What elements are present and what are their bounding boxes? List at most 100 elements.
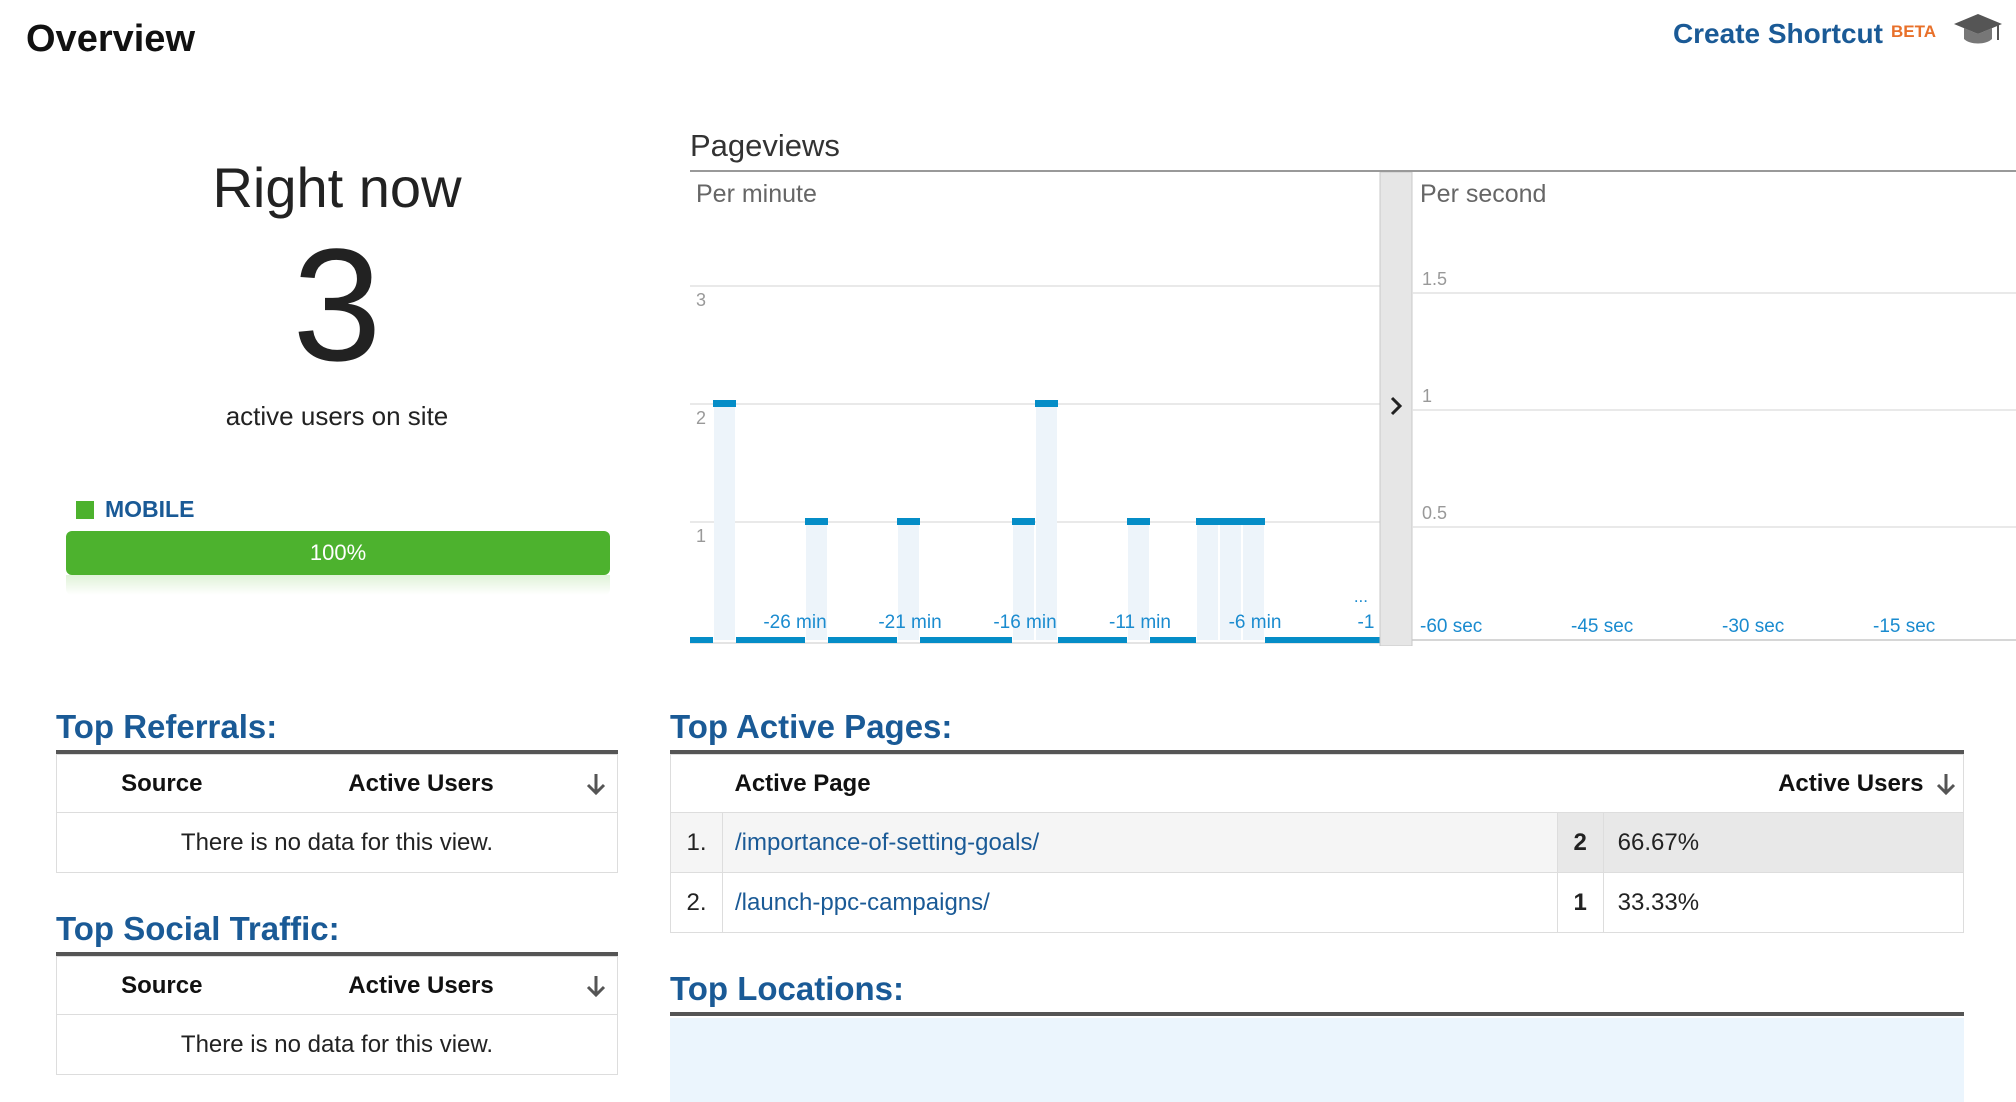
active-users-count: 3: [292, 215, 382, 394]
pageview-zero-marker: [1173, 637, 1196, 643]
active-users-column-header[interactable]: Active Users: [266, 956, 576, 1015]
pageviews-title: Pageviews: [690, 128, 840, 163]
pageview-bar: [1197, 522, 1218, 640]
active-page-column-header[interactable]: Active Page: [722, 754, 1558, 813]
row-percent: 33.33%: [1602, 872, 1965, 933]
x-tick-label: -6 min: [1229, 612, 1282, 633]
top-referrals-table: Source Active Users There is no data for…: [56, 754, 618, 873]
per-minute-label: Per minute: [696, 180, 817, 208]
mobile-share-bar[interactable]: 100%: [66, 531, 610, 575]
x-tick-ellipsis: ...: [1354, 587, 1368, 606]
pageview-zero-marker: [1288, 637, 1311, 643]
pageviews-chart: Per minute Per second 3 2 1 -26 min -21 min…: [690, 172, 2016, 646]
pageview-bar-cap: [1242, 518, 1265, 525]
pageview-bar-cap: [1196, 518, 1219, 525]
create-shortcut[interactable]: Create Shortcut BETA: [1673, 18, 1936, 50]
x-tick-label: -16 min: [993, 612, 1056, 633]
pageview-zero-marker: [943, 637, 966, 643]
pageview-bar: [1036, 404, 1057, 640]
page-title: Overview: [26, 18, 195, 60]
pageview-zero-marker: [759, 637, 782, 643]
empty-message: There is no data for this view.: [56, 812, 618, 873]
pageview-zero-marker: [966, 637, 989, 643]
create-shortcut-link[interactable]: Create Shortcut: [1673, 18, 1883, 50]
device-legend[interactable]: MOBILE: [76, 496, 194, 523]
x-tick-label: -15 sec: [1873, 616, 1935, 637]
pageview-zero-marker: [782, 637, 805, 643]
mobile-legend-swatch: [76, 500, 94, 519]
pageview-bar-cap: [897, 518, 920, 525]
pageview-zero-marker: [1104, 637, 1127, 643]
graduation-cap-icon[interactable]: [1952, 12, 2004, 48]
beta-badge: BETA: [1890, 22, 1936, 41]
sort-control[interactable]: [575, 956, 618, 1015]
pageview-bar-cap: [713, 400, 736, 407]
arrow-down-icon[interactable]: [1935, 772, 1957, 796]
empty-message: There is no data for this view.: [56, 1014, 618, 1075]
mobile-legend-label[interactable]: MOBILE: [105, 496, 194, 523]
pageview-zero-marker: [736, 637, 759, 643]
x-tick-label: -11 min: [1109, 612, 1171, 633]
top-locations-rule: [670, 1012, 1964, 1016]
y-tick-label: 1.5: [1422, 269, 1447, 289]
y-tick-label: 1: [696, 526, 706, 546]
y-tick-label: 2: [696, 408, 706, 428]
top-pages-title: Top Active Pages:: [670, 708, 953, 745]
pageview-zero-marker: [690, 637, 713, 643]
page-link[interactable]: /launch-ppc-campaigns/: [722, 872, 1558, 933]
x-tick-label: -30 sec: [1722, 616, 1784, 637]
y-tick-label: 1: [1422, 386, 1432, 406]
pageview-zero-marker: [1357, 637, 1380, 643]
active-users-column-header[interactable]: Active Users: [266, 754, 576, 813]
top-locations-title: Top Locations:: [670, 970, 905, 1007]
row-active-users: 2: [1556, 812, 1604, 873]
source-column-header[interactable]: Source: [56, 754, 267, 813]
x-tick-label: -26 min: [763, 612, 826, 633]
x-tick-label: -1: [1358, 612, 1375, 633]
sort-control[interactable]: [575, 754, 618, 813]
x-tick-label: -45 sec: [1571, 616, 1633, 637]
per-second-label: Per second: [1420, 180, 1546, 208]
locations-map[interactable]: [670, 1018, 1964, 1102]
row-rank: 1.: [670, 812, 723, 873]
pageview-zero-marker: [828, 637, 851, 643]
pageview-bar: [714, 404, 735, 640]
pageview-zero-marker: [1150, 637, 1173, 643]
top-social-table: Source Active Users There is no data for…: [56, 956, 618, 1075]
pageview-zero-marker: [1334, 637, 1357, 643]
active-users-label: active users on site: [225, 401, 449, 431]
top-social-title: Top Social Traffic:: [56, 910, 340, 947]
sort-control[interactable]: [1929, 754, 1964, 813]
right-now-title: Right now: [212, 156, 462, 219]
row-percent: 66.67%: [1602, 812, 1965, 873]
pageview-zero-marker: [989, 637, 1012, 643]
pageview-zero-marker: [851, 637, 874, 643]
pageview-bar-cap: [1035, 400, 1058, 407]
x-tick-label: -60 sec: [1420, 616, 1482, 637]
y-tick-label: 3: [696, 290, 706, 310]
pageview-zero-marker: [874, 637, 897, 643]
table-row[interactable]: 2./launch-ppc-campaigns/1 33.33%: [670, 872, 1965, 933]
row-rank: 2.: [670, 872, 723, 933]
x-tick-label: -21 min: [878, 612, 941, 633]
page-link[interactable]: /importance-of-setting-goals/: [722, 812, 1558, 873]
top-referrals-title: Top Referrals:: [56, 708, 278, 745]
top-pages-table: Active Page Active Users 1./importance-o…: [670, 754, 1965, 933]
arrow-down-icon[interactable]: [585, 974, 607, 998]
pageview-bar-cap: [1012, 518, 1035, 525]
table-row[interactable]: 1./importance-of-setting-goals/2 66.67%: [670, 812, 1965, 873]
pageview-zero-marker: [920, 637, 943, 643]
source-column-header[interactable]: Source: [56, 956, 267, 1015]
rank-column-header: [670, 754, 723, 813]
pageview-bar-cap: [1127, 518, 1150, 525]
arrow-down-icon[interactable]: [585, 772, 607, 796]
pageview-zero-marker: [1058, 637, 1081, 643]
pageview-zero-marker: [1081, 637, 1104, 643]
active-users-column-header[interactable]: Active Users: [1557, 754, 1930, 813]
pageview-zero-marker: [1265, 637, 1288, 643]
mobile-share-bar-reflection: [66, 575, 610, 595]
pageview-zero-marker: [1311, 637, 1334, 643]
row-active-users: 1: [1556, 872, 1604, 933]
pageview-bar-cap: [805, 518, 828, 525]
pageview-bar-cap: [1219, 518, 1242, 525]
